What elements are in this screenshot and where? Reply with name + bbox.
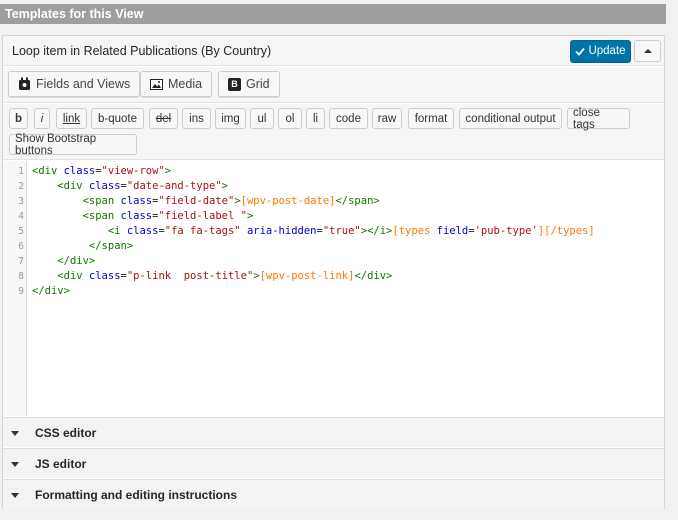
code-line: <div class="view-row"> <box>32 165 172 177</box>
code-line: <i class="fa fa-tags" aria-hidden="true"… <box>107 225 595 237</box>
line-number: 7 <box>18 256 24 267</box>
line-number: 3 <box>18 196 24 207</box>
quicktag-ol[interactable]: ol <box>278 108 302 129</box>
line-number: 9 <box>18 286 24 297</box>
section-title: Templates for this View <box>0 4 666 24</box>
media-button[interactable]: Media <box>140 71 213 97</box>
quicktag-ul[interactable]: ul <box>250 108 274 129</box>
line-number: 4 <box>18 211 24 222</box>
line-number: 5 <box>18 226 24 237</box>
update-label: Update <box>588 45 626 57</box>
quicktag-b-quote[interactable]: b-quote <box>91 108 144 129</box>
triangle-up-icon <box>643 49 652 53</box>
line-number: 6 <box>18 241 24 252</box>
bootstrap-icon: B <box>228 77 241 91</box>
quicktag-img[interactable]: img <box>215 108 246 129</box>
quicktags-toolbar: b i link b-quote del ins img ul ol li co… <box>3 104 664 160</box>
quicktag-i[interactable]: i <box>34 108 50 129</box>
js-editor-accordion[interactable]: JS editor <box>3 448 664 478</box>
caret-down-icon <box>11 462 19 467</box>
fields-icon <box>19 77 30 90</box>
media-label: Media <box>168 77 203 91</box>
media-icon <box>150 78 163 90</box>
quicktag-ins[interactable]: ins <box>182 108 211 129</box>
line-number: 2 <box>18 181 24 192</box>
panel-title: Loop item in Related Publications (By Co… <box>12 44 272 58</box>
code-line: </div> <box>57 255 96 267</box>
grid-label: Grid <box>246 77 270 91</box>
quicktag-conditional-output[interactable]: conditional output <box>459 108 562 129</box>
quicktag-format[interactable]: format <box>408 108 454 129</box>
panel-header: Loop item in Related Publications (By Co… <box>3 36 664 66</box>
quicktag-close-tags[interactable]: close tags <box>567 107 630 131</box>
fields-and-views-label: Fields and Views <box>36 77 131 91</box>
editor-toolbar: Fields and Views Media B Grid <box>3 67 664 103</box>
update-button[interactable]: Update <box>570 40 631 62</box>
quicktag-code[interactable]: code <box>329 108 368 129</box>
quicktag-b[interactable]: b <box>9 108 28 129</box>
template-panel: Loop item in Related Publications (By Co… <box>2 35 665 509</box>
code-line: </div> <box>32 285 70 297</box>
css-editor-label: CSS editor <box>35 426 97 440</box>
line-number: 1 <box>18 166 24 177</box>
show-bootstrap-buttons[interactable]: Show Bootstrap buttons <box>9 133 137 157</box>
code-line: </span> <box>88 240 134 252</box>
formatting-instructions-label: Formatting and editing instructions <box>35 488 237 502</box>
formatting-instructions-accordion[interactable]: Formatting and editing instructions <box>3 479 664 509</box>
quicktag-link[interactable]: link <box>56 108 87 129</box>
code-editor[interactable]: 1 2 3 4 5 6 7 8 9 <div class="view-row">… <box>3 161 664 416</box>
fields-and-views-button[interactable]: Fields and Views <box>8 71 141 97</box>
quicktag-raw[interactable]: raw <box>372 108 402 129</box>
collapse-button[interactable] <box>634 40 661 62</box>
code-line: <span class="field-date">[wpv-post-date]… <box>82 195 380 207</box>
js-editor-label: JS editor <box>35 457 87 471</box>
grid-button[interactable]: B Grid <box>218 71 280 97</box>
code-line: <div class="date-and-type"> <box>57 180 228 192</box>
caret-down-icon <box>11 431 19 436</box>
line-number: 8 <box>18 271 24 282</box>
quicktag-li[interactable]: li <box>306 108 325 129</box>
line-number-gutter: 1 2 3 4 5 6 7 8 9 <box>3 161 27 416</box>
caret-down-icon <box>11 493 19 498</box>
checkmark-icon <box>575 47 586 56</box>
css-editor-accordion[interactable]: CSS editor <box>3 417 664 447</box>
code-line: <span class="field-label "> <box>82 210 254 222</box>
code-line: <div class="p-link post-title">[wpv-post… <box>57 270 393 282</box>
quicktag-del[interactable]: del <box>149 108 178 129</box>
